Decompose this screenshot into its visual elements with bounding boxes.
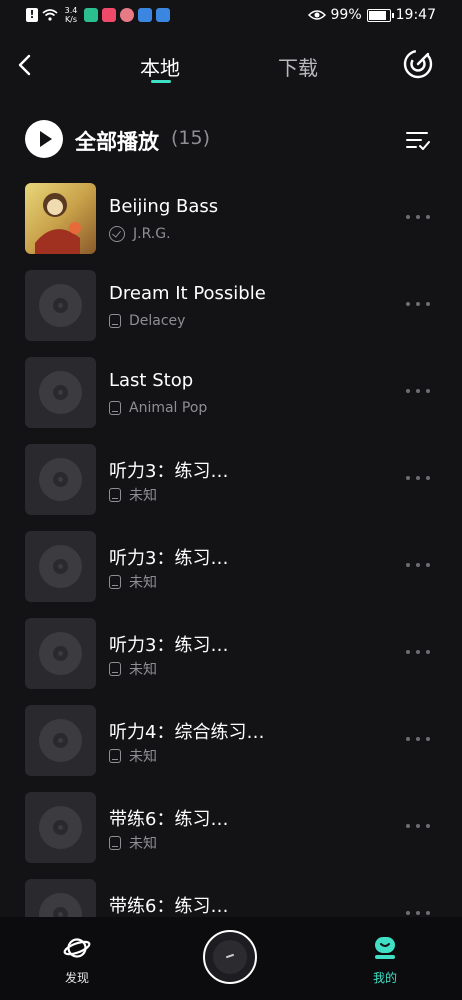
back-icon[interactable] <box>12 50 38 80</box>
disc-icon <box>39 719 82 762</box>
more-options-icon[interactable] <box>406 215 430 220</box>
device-icon <box>109 836 121 850</box>
play-all-row[interactable]: 全部播放 (15) <box>25 120 437 160</box>
battery-icon <box>366 8 394 22</box>
song-artist: 未知 <box>129 662 157 678</box>
battery-percent: 99% <box>330 7 362 23</box>
more-options-icon[interactable] <box>406 824 430 829</box>
play-all-label[interactable]: 全部播放 <box>75 126 159 156</box>
song-title: Last Stop <box>109 370 194 391</box>
album-cover <box>25 705 96 776</box>
song-row[interactable]: 听力3：练习… 未知 <box>0 435 462 522</box>
song-artist: Delacey <box>129 313 186 329</box>
net-speed: 3.4 K/s <box>64 6 78 24</box>
bottom-navigation: 发现 我的 <box>0 917 462 1000</box>
song-title: 带练6：练习… <box>109 896 229 917</box>
disc-icon <box>39 371 82 414</box>
disc-icon <box>39 545 82 588</box>
song-title: 带练6：练习… <box>109 809 229 830</box>
album-cover <box>25 792 96 863</box>
disc-icon <box>39 632 82 675</box>
song-title: 听力3：练习… <box>109 461 229 482</box>
more-options-icon[interactable] <box>406 911 430 916</box>
play-all-icon[interactable] <box>25 120 63 158</box>
alert-icon: ! <box>26 8 38 22</box>
more-options-icon[interactable] <box>406 650 430 655</box>
app-notification-icon <box>84 8 98 22</box>
app-notification-icon <box>102 8 116 22</box>
song-artist: 未知 <box>129 575 157 591</box>
song-title: Beijing Bass <box>109 196 219 217</box>
more-options-icon[interactable] <box>406 476 430 481</box>
more-options-icon[interactable] <box>406 302 430 307</box>
nav-discover[interactable]: 发现 <box>52 935 102 986</box>
scan-icon[interactable] <box>402 48 434 80</box>
app-notification-icon <box>120 8 134 22</box>
album-cover <box>25 618 96 689</box>
nav-mine[interactable]: 我的 <box>360 935 410 986</box>
album-cover <box>25 357 96 428</box>
song-title: 听力4：综合练习… <box>109 722 265 743</box>
device-icon <box>109 575 121 589</box>
song-row[interactable]: 听力4：综合练习… 未知 <box>0 696 462 783</box>
status-bar: ! 3.4 K/s 99% 19:47 <box>0 0 462 34</box>
more-options-icon[interactable] <box>406 563 430 568</box>
planet-icon <box>63 938 91 958</box>
tab-local[interactable]: 本地 <box>140 52 180 81</box>
song-artist: 未知 <box>129 836 157 852</box>
song-row[interactable]: Beijing Bass J.R.G. <box>0 174 462 261</box>
song-row[interactable]: 带练6：练习… 未知 <box>0 783 462 870</box>
song-row[interactable]: 听力3：练习… 未知 <box>0 522 462 609</box>
top-header: 本地 下载 <box>0 40 462 92</box>
eye-icon <box>307 10 326 20</box>
device-icon <box>109 401 121 415</box>
song-row[interactable]: 听力3：练习… 未知 <box>0 609 462 696</box>
sort-list-icon[interactable] <box>405 128 431 152</box>
song-title: 听力3：练习… <box>109 635 229 656</box>
device-icon <box>109 314 121 328</box>
active-tab-indicator <box>151 80 171 83</box>
song-artist: 未知 <box>129 749 157 765</box>
song-artist: J.R.G. <box>133 226 171 242</box>
device-icon <box>109 662 121 676</box>
device-icon <box>109 488 121 502</box>
album-cover <box>25 531 96 602</box>
disc-icon <box>39 806 82 849</box>
album-cover <box>25 270 96 341</box>
profile-icon <box>375 937 395 959</box>
tab-download[interactable]: 下载 <box>278 52 318 81</box>
album-art <box>25 183 96 254</box>
song-title: Dream It Possible <box>109 283 266 304</box>
check-circle-icon <box>109 226 125 242</box>
cloud-icon <box>138 8 152 22</box>
song-artist: 未知 <box>129 488 157 504</box>
album-cover <box>25 444 96 515</box>
disc-icon <box>39 458 82 501</box>
song-row[interactable]: Last Stop Animal Pop <box>0 348 462 435</box>
song-count: (15) <box>171 127 211 149</box>
clock: 19:47 <box>395 7 436 23</box>
nav-discover-label[interactable]: 发现 <box>52 969 102 986</box>
device-icon <box>109 749 121 763</box>
nav-mine-label[interactable]: 我的 <box>360 969 410 986</box>
album-cover <box>25 183 96 254</box>
song-artist: Animal Pop <box>129 400 208 416</box>
disc-icon <box>39 284 82 327</box>
song-row[interactable]: Dream It Possible Delacey <box>0 261 462 348</box>
more-options-icon[interactable] <box>406 389 430 394</box>
more-options-icon[interactable] <box>406 737 430 742</box>
wifi-icon <box>42 9 58 21</box>
song-title: 听力3：练习… <box>109 548 229 569</box>
now-playing-disc[interactable] <box>203 930 257 984</box>
cloud-icon <box>156 8 170 22</box>
